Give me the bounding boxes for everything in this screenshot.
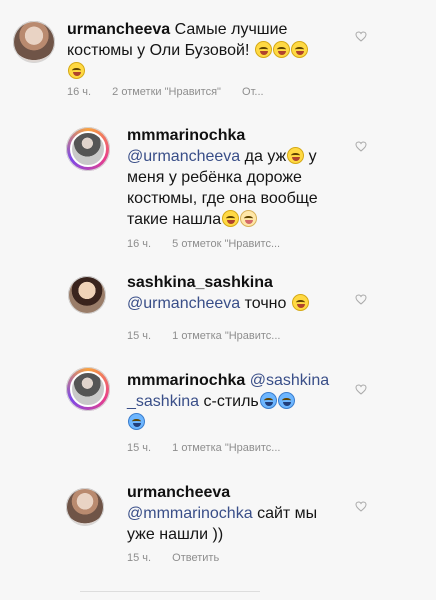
comment-meta: 16 ч. 5 отметок "Нравитс...	[127, 238, 298, 250]
comment-time: 16 ч.	[127, 238, 152, 250]
comment-text-line-2: костюмы у Оли Бузовой!	[67, 42, 250, 59]
laughing-face-icon	[272, 41, 290, 58]
bottom-divider	[80, 591, 260, 592]
comment-likes[interactable]: 2 отметки "Нравится"	[112, 86, 221, 98]
comment-username[interactable]: urmancheeva	[67, 21, 170, 38]
comment-meta: 15 ч. 1 отметка "Нравитс...	[127, 442, 298, 454]
comment-text-line-3: костюмы, где она вообще	[127, 190, 318, 207]
avatar-sashkina-sashkina[interactable]	[68, 276, 106, 314]
comment-urmancheeva-1: urmancheeva Самые лучшие костюмы у Оли Б…	[0, 0, 436, 105]
comment-text-line-1: сайт мы	[257, 505, 318, 522]
avatar-urmancheeva[interactable]	[66, 488, 104, 526]
comment-body: urmancheeva Самые лучшие костюмы у Оли Б…	[67, 19, 337, 82]
comment-username[interactable]: urmancheeva	[127, 484, 230, 501]
comment-time: 16 ч.	[67, 86, 92, 98]
comment-likes[interactable]: 5 отметок "Нравитс...	[172, 238, 280, 250]
comment-body: urmancheeva @mmmarinochka сайт мы уже на…	[127, 482, 337, 545]
instagram-comments-screen: urmancheeva Самые лучшие костюмы у Оли Б…	[0, 0, 436, 600]
heart-outline-icon[interactable]	[355, 384, 367, 395]
avatar-mmmarinochka[interactable]	[66, 367, 110, 411]
crying-face-icon	[259, 392, 277, 409]
laughing-face-icon	[68, 62, 85, 79]
laughing-face-icon	[287, 147, 305, 164]
shocked-cat-icon	[240, 210, 258, 227]
laughing-face-icon	[290, 41, 308, 58]
comment-username[interactable]: mmmarinochka	[127, 372, 245, 389]
comment-username[interactable]: mmmarinochka	[127, 127, 245, 144]
comment-mmmarinochka-1: mmmarinochka @urmancheeva да уж у меня у…	[0, 105, 436, 250]
comment-mention[interactable]: @urmancheeva	[127, 295, 240, 312]
comment-username[interactable]: sashkina_sashkina	[127, 274, 273, 291]
comment-urmancheeva-2: urmancheeva @mmmarinochka сайт мы уже на…	[0, 470, 436, 590]
comment-mention-part-2[interactable]: _sashkina	[127, 393, 199, 410]
heart-outline-icon[interactable]	[355, 501, 367, 512]
comment-mmmarinochka-2: mmmarinochka @sashkina _sashkina с-стиль…	[0, 360, 436, 470]
comment-text-line-2: меня у ребёнка дороже	[127, 169, 302, 186]
comment-time: 15 ч.	[127, 552, 152, 564]
crying-face-icon	[277, 392, 295, 409]
comment-reply-button[interactable]: Ответить	[172, 552, 219, 564]
comment-time: 15 ч.	[127, 330, 152, 342]
avatar-mmmarinochka[interactable]	[66, 127, 110, 171]
comment-body: mmmarinochka @urmancheeva да уж у меня у…	[127, 127, 318, 228]
comment-text: точно	[244, 295, 287, 312]
crying-face-icon	[128, 413, 145, 430]
heart-outline-icon[interactable]	[355, 294, 367, 305]
comment-reply-action[interactable]: От...	[242, 86, 264, 98]
comment-text-line-2: уже нашли ))	[127, 526, 224, 543]
comment-sashkina-sashkina: sashkina_sashkina @urmancheeva точно 15 …	[0, 260, 436, 355]
comment-likes[interactable]: 1 отметка "Нравитс...	[172, 442, 280, 454]
comment-body: sashkina_sashkina @urmancheeva точно	[127, 272, 357, 314]
comment-meta: 15 ч. Ответить	[127, 552, 237, 564]
comment-text-line-1: Самые лучшие	[174, 21, 288, 38]
comment-text-line-4: такие нашла	[127, 211, 222, 228]
comment-mention-part-1[interactable]: @sashkina	[250, 372, 329, 389]
comment-body: mmmarinochka @sashkina _sashkina с-стиль	[127, 370, 357, 433]
laughing-face-icon	[254, 41, 272, 58]
comment-likes[interactable]: 1 отметка "Нравитс...	[172, 330, 280, 342]
heart-outline-icon[interactable]	[355, 31, 367, 42]
comment-mention[interactable]: @mmmarinochka	[127, 505, 253, 522]
laughing-face-icon	[222, 210, 240, 227]
comment-time: 15 ч.	[127, 442, 152, 454]
comment-mention[interactable]: @urmancheeva	[127, 148, 240, 165]
comment-text: с-стиль	[203, 393, 259, 410]
comment-meta: 15 ч. 1 отметка "Нравитс...	[127, 330, 298, 342]
comment-meta: 16 ч. 2 отметки "Нравится" От...	[67, 86, 282, 98]
avatar-urmancheeva[interactable]	[13, 21, 55, 63]
heart-outline-icon[interactable]	[355, 141, 367, 152]
laughing-face-icon	[291, 294, 309, 311]
comment-text-line-1: да уж	[244, 148, 287, 165]
